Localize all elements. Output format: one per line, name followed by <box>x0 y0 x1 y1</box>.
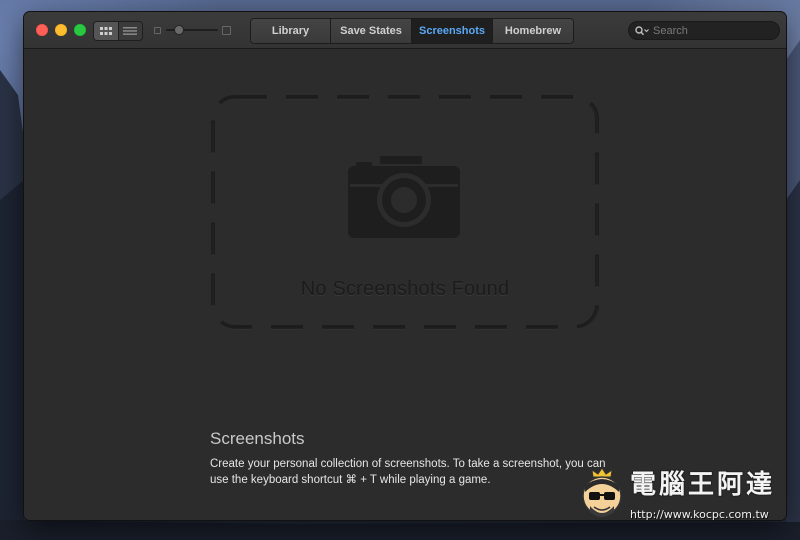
minimize-window-button[interactable] <box>55 24 67 36</box>
watermark-title: 電腦王阿達 <box>630 470 776 500</box>
grid-view-icon <box>99 27 112 35</box>
screenshots-content: No Screenshots Found Screenshots Create … <box>24 49 786 520</box>
slider-knob[interactable] <box>174 25 184 35</box>
search-icon[interactable] <box>635 25 649 37</box>
list-view-icon <box>123 27 138 35</box>
list-view-button[interactable] <box>117 22 142 40</box>
small-thumbnail-icon <box>154 27 161 34</box>
grid-view-button[interactable] <box>94 22 118 40</box>
toolbar: Library Save States Screenshots Homebrew <box>24 12 786 49</box>
empty-state-title: No Screenshots Found <box>300 278 510 300</box>
app-window: Library Save States Screenshots Homebrew <box>24 12 786 520</box>
tab-library[interactable]: Library <box>251 19 330 43</box>
section-heading: Screenshots <box>210 429 305 448</box>
section-description: Create your personal collection of scree… <box>210 458 606 486</box>
view-mode-control <box>93 21 143 41</box>
large-thumbnail-icon <box>222 26 231 35</box>
zoom-window-button[interactable] <box>74 24 86 36</box>
tab-homebrew[interactable]: Homebrew <box>492 19 573 43</box>
watermark: 電腦王阿達 http://www.kocpc.com.tw <box>578 462 788 526</box>
watermark-url: http://www.kocpc.com.tw <box>630 508 769 521</box>
camera-icon <box>348 156 460 238</box>
close-window-button[interactable] <box>36 24 48 36</box>
search-field[interactable] <box>628 21 780 40</box>
thumbnail-size-slider[interactable] <box>154 24 232 36</box>
mascot-logo-icon <box>582 467 622 517</box>
tab-save-states[interactable]: Save States <box>330 19 411 43</box>
tab-screenshots[interactable]: Screenshots <box>411 19 492 43</box>
section-tabs: Library Save States Screenshots Homebrew <box>250 18 574 44</box>
search-input[interactable] <box>653 24 763 37</box>
